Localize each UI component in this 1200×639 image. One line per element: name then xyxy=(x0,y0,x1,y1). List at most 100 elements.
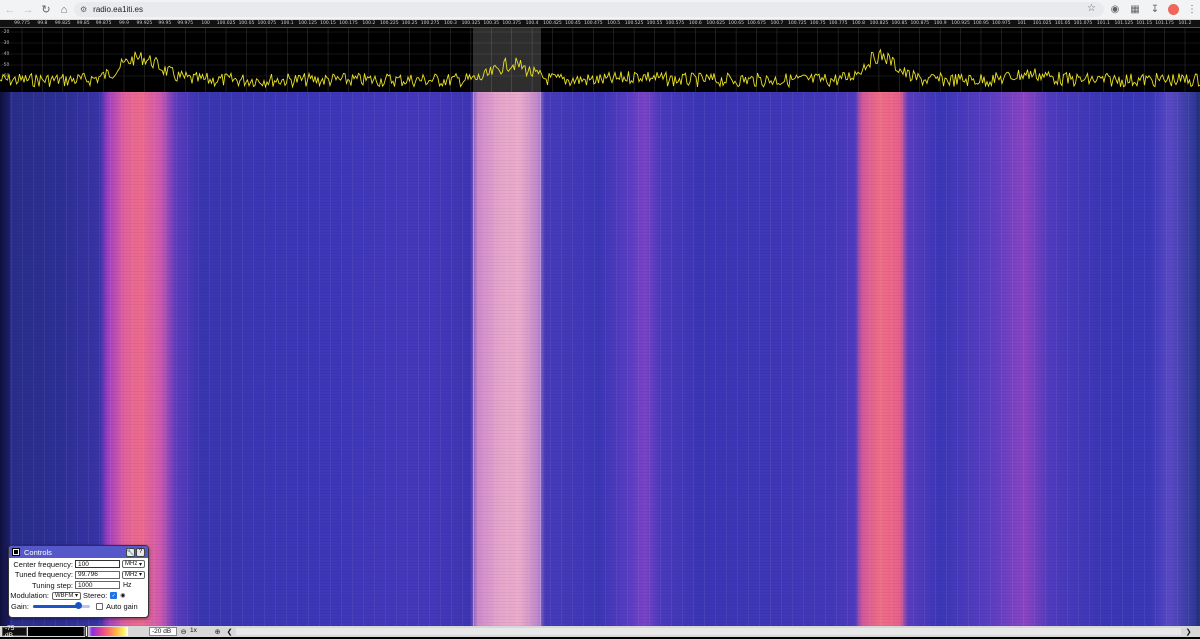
frequency-tick-label: 100.15 xyxy=(320,21,336,26)
frequency-tick-label: 100.075 xyxy=(257,21,277,26)
frequency-tick-label: 100.1 xyxy=(280,21,294,26)
controls-header: Controls 🔧 ? xyxy=(9,546,148,558)
waterfall-display[interactable] xyxy=(0,92,1200,626)
frequency-tick-label: 99.975 xyxy=(177,21,194,26)
settings-wrench-button[interactable]: 🔧 xyxy=(126,547,135,557)
frequency-tick-label: 99.85 xyxy=(76,21,90,26)
profile-avatar[interactable] xyxy=(1168,3,1179,15)
reload-icon[interactable]: ↻ xyxy=(38,2,54,18)
frequency-scale: 99.775 99.8 99.825 99.85 99.875 99.9 99.925 99.… xyxy=(0,20,1200,28)
frequency-tick-label: 99.925 xyxy=(136,21,153,26)
stereo-checkbox[interactable]: ✓ xyxy=(110,592,118,600)
min-db-field[interactable]: -75 dB xyxy=(2,625,27,639)
zoom-out-icon[interactable]: ⊖ xyxy=(179,627,188,636)
frequency-tick-label: 100.175 xyxy=(339,21,358,26)
palette-min-handle[interactable] xyxy=(85,626,88,637)
gain-label: Gain: xyxy=(11,601,29,611)
zoom-level: 1x xyxy=(190,627,197,634)
frequency-tick-label: 100.85 xyxy=(891,21,908,26)
color-palette-bar[interactable] xyxy=(28,626,128,637)
bottom-bar: -75 dB -20 dB ⊖ 1x ⊕ ❮ ❯ xyxy=(0,625,1200,639)
frequency-tick-label: 99.825 xyxy=(54,21,71,26)
frequency-tick-label: 99.95 xyxy=(158,21,172,26)
scroll-right-icon[interactable]: ❯ xyxy=(1184,627,1193,636)
download-icon[interactable]: ↧ xyxy=(1148,2,1162,16)
center-frequency-label: Center frequency: xyxy=(13,559,73,569)
tuning-step-unit: Hz xyxy=(123,581,132,589)
gain-slider[interactable] xyxy=(32,602,90,610)
stop-button[interactable] xyxy=(12,548,20,556)
tuned-channel-highlight[interactable] xyxy=(473,92,541,626)
spectrum-display[interactable]: 99.775 99.8 99.825 99.85 99.875 99.9 99.925 99.… xyxy=(0,20,1200,92)
tuning-step-label: Tuning step: xyxy=(32,580,73,590)
scroll-left-icon[interactable]: ❮ xyxy=(225,627,234,636)
url-text: radio.ea1iti.es xyxy=(93,5,143,14)
frequency-tick-label: 100.725 xyxy=(788,21,807,26)
frequency-tick-label: 101.2 xyxy=(1178,21,1192,26)
center-frequency-input[interactable]: 100 xyxy=(75,560,120,569)
frequency-tick-label: 100.525 xyxy=(624,21,644,26)
frequency-tick-label: 101.1 xyxy=(1096,21,1110,26)
tuned-frequency-label: Tuned frequency: xyxy=(14,570,73,580)
extension-icon[interactable]: ◉ xyxy=(1108,2,1122,16)
zoom-in-icon[interactable]: ⊕ xyxy=(213,627,222,636)
frequency-tick-label: 101.05 xyxy=(1054,21,1071,26)
frequency-tick-label: 100.775 xyxy=(828,21,848,26)
frequency-tick-label: 100.9 xyxy=(933,21,947,26)
frequency-tick-label: 100 xyxy=(201,21,210,26)
stereo-label: Stereo: xyxy=(83,591,108,601)
frequency-tick-label: 99.875 xyxy=(95,21,112,26)
frequency-tick-label: 100.3 xyxy=(444,21,457,26)
tuning-step-input[interactable]: 1000 xyxy=(75,581,120,590)
frequency-tick-label: 100.25 xyxy=(401,21,418,26)
modulation-select[interactable]: WBFM ▾ xyxy=(52,591,82,600)
tuned-frequency-input[interactable]: 99.796 xyxy=(75,570,120,579)
frequency-tick-label: 101.025 xyxy=(1032,21,1052,26)
frequency-tick-label: 99.8 xyxy=(37,21,48,26)
help-icon: ? xyxy=(138,549,143,555)
frequency-tick-label: 101.075 xyxy=(1073,21,1093,26)
site-info-icon[interactable]: ⚙ xyxy=(80,5,87,14)
address-bar[interactable]: ⚙ radio.ea1iti.es ☆ xyxy=(74,2,1104,17)
frequency-tick-label: 100.425 xyxy=(543,21,562,26)
frequency-tick-label: 100.65 xyxy=(728,21,744,26)
center-frequency-unit-select[interactable]: MHz ▾ xyxy=(122,560,146,569)
frequency-tick-label: 100.95 xyxy=(973,21,989,26)
menu-icon[interactable]: ⋮ xyxy=(1185,2,1199,16)
bookmark-star-icon[interactable]: ☆ xyxy=(1087,3,1096,14)
frequency-tick-label: 100.125 xyxy=(298,21,317,26)
modulation-label: Modulation: xyxy=(10,591,49,601)
frequency-tick-label: 101.125 xyxy=(1114,21,1134,26)
frequency-tick-label: 100.2 xyxy=(362,21,376,26)
help-button[interactable]: ? xyxy=(136,547,145,557)
frequency-tick-label: 99.9 xyxy=(119,21,130,26)
frequency-tick-label: 100.375 xyxy=(502,21,521,26)
tuned-frequency-unit-select[interactable]: MHz ▾ xyxy=(122,570,146,579)
horizontal-scrollbar[interactable] xyxy=(236,628,1181,635)
puzzle-icon[interactable]: ▦ xyxy=(1128,2,1142,16)
frequency-tick-label: 100.5 xyxy=(607,21,621,26)
frequency-tick-label: 100.45 xyxy=(565,21,581,26)
gain-slider-thumb[interactable] xyxy=(75,602,83,610)
frequency-tick-label: 100.4 xyxy=(525,21,539,26)
frequency-tick-label: 100.975 xyxy=(992,21,1011,26)
max-db-field[interactable]: -20 dB xyxy=(149,627,177,636)
forward-icon[interactable]: → xyxy=(20,2,36,18)
frequency-tick-label: 100.55 xyxy=(646,21,663,26)
frequency-tick-label: 101 xyxy=(1017,21,1027,26)
wrench-icon: 🔧 xyxy=(126,549,135,556)
frequency-tick-label: 101.175 xyxy=(1155,21,1174,26)
spectrum-trace xyxy=(0,28,1200,92)
frequency-tick-label: 100.825 xyxy=(869,21,889,26)
home-icon[interactable]: ⌂ xyxy=(56,2,72,18)
back-icon[interactable]: ← xyxy=(2,2,18,18)
frequency-tick-label: 100.925 xyxy=(951,21,970,26)
frequency-tick-label: 100.225 xyxy=(379,21,399,26)
stereo-indicator-icon: ◉ xyxy=(120,593,126,600)
frequency-tick-label: 100.575 xyxy=(665,21,685,26)
auto-gain-checkbox[interactable] xyxy=(95,602,103,610)
frequency-tick-label: 99.775 xyxy=(14,21,30,26)
frequency-tick-label: 100.625 xyxy=(706,21,726,26)
controls-panel: Controls 🔧 ? Center frequency: 100 MHz ▾… xyxy=(8,545,149,618)
frequency-tick-label: 100.475 xyxy=(583,21,603,26)
